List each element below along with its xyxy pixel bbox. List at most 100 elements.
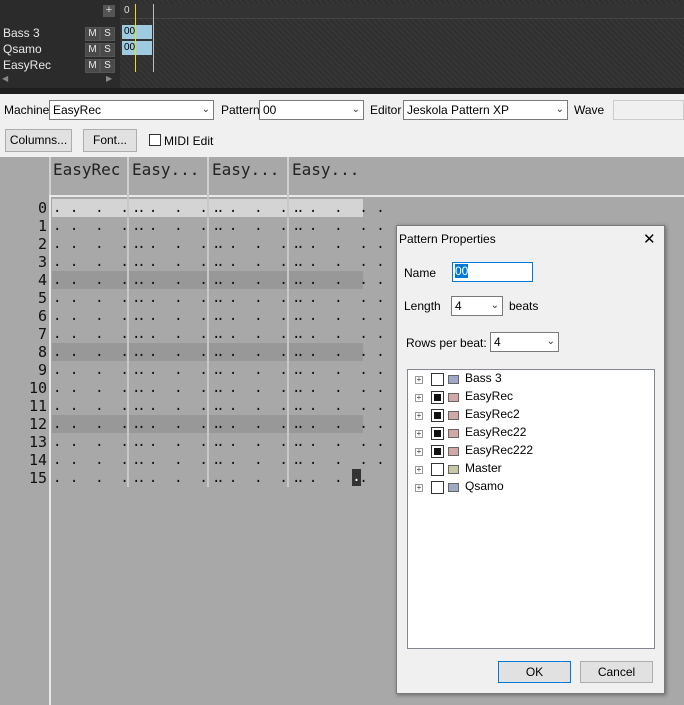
track-name[interactable]: Qsamo [3,42,42,56]
expand-icon[interactable]: + [415,376,423,384]
expand-icon[interactable]: + [415,412,423,420]
pattern-cell[interactable]: . . . . . [212,199,305,217]
pattern-cell[interactable]: . . . . . [132,253,225,271]
pattern-cell[interactable]: . . . . . [132,361,225,379]
pattern-cell[interactable]: . . . . . [212,397,305,415]
column-header[interactable]: Easy... [132,160,199,179]
pattern-cell[interactable]: . . . . . [212,415,305,433]
mute-button[interactable]: M [85,43,100,57]
cancel-button[interactable]: Cancel [580,661,653,683]
mute-button[interactable]: M [85,27,100,41]
pattern-block[interactable]: 00 [122,41,152,55]
sequencer-scrollbar[interactable] [0,88,684,94]
wave-select[interactable] [613,100,684,120]
pattern-cell[interactable]: . . . . . [292,307,385,325]
machine-checkbox[interactable] [431,481,444,494]
pattern-cell[interactable]: . . . . . [132,451,225,469]
pattern-cell[interactable]: . . . . . [292,433,385,451]
pattern-cell[interactable]: . . . . . [212,379,305,397]
pattern-cell[interactable]: . . . . . [292,397,385,415]
pattern-cell[interactable]: . . . . . [292,217,385,235]
scroll-left-icon[interactable]: ◀ [2,74,8,83]
add-track-button[interactable]: + [103,5,115,17]
machine-checkbox[interactable] [431,445,444,458]
expand-icon[interactable]: + [415,394,423,402]
pattern-cell[interactable]: . . . . . [212,433,305,451]
machine-tree-label[interactable]: EasyRec2 [465,407,520,421]
machine-tree-label[interactable]: Bass 3 [465,371,502,385]
pattern-cell[interactable]: . . . . . [212,469,305,487]
midi-edit-checkbox[interactable] [149,134,161,146]
close-icon[interactable]: ✕ [643,230,656,248]
pattern-cell[interactable]: . . . . . [212,361,305,379]
pattern-cell[interactable]: . . . . . [132,433,225,451]
machine-select[interactable]: EasyRec ⌄ [49,100,214,120]
expand-icon[interactable]: + [415,466,423,474]
mute-button[interactable]: M [85,59,100,73]
machine-tree[interactable] [407,369,655,649]
pattern-cell[interactable]: . . . . . [292,325,385,343]
pattern-cell[interactable]: . . . . . [212,289,305,307]
solo-button[interactable]: S [100,43,115,57]
pattern-cell[interactable]: . . . . . [292,199,385,217]
pattern-cell[interactable]: . . . . . [292,271,385,289]
machine-checkbox[interactable] [431,427,444,440]
pattern-cell[interactable]: . . . . . [292,343,385,361]
pattern-cell[interactable]: . . . . . [292,415,385,433]
length-select[interactable]: 4 ⌄ [451,296,503,316]
column-header[interactable]: Easy... [212,160,279,179]
pattern-cell[interactable]: . . . . . [132,307,225,325]
pattern-cell[interactable]: . . . . . [292,289,385,307]
pattern-select[interactable]: 00 ⌄ [259,100,364,120]
pattern-cell[interactable]: . . . . . [132,235,225,253]
font-button[interactable]: Font... [83,129,137,152]
track-name[interactable]: EasyRec [3,58,51,72]
editor-select[interactable]: Jeskola Pattern XP ⌄ [403,100,568,120]
solo-button[interactable]: S [100,27,115,41]
machine-checkbox[interactable] [431,391,444,404]
expand-icon[interactable]: + [415,430,423,438]
pattern-cell[interactable]: . . . . . [292,379,385,397]
machine-tree-label[interactable]: EasyRec22 [465,425,526,439]
pattern-cell[interactable]: . . . . . [132,343,225,361]
machine-checkbox[interactable] [431,373,444,386]
pattern-cell[interactable]: . . . . . [132,379,225,397]
pattern-cell[interactable]: . . . . . [292,451,385,469]
machine-tree-label[interactable]: Master [465,461,502,475]
pattern-cell[interactable]: . . . . . [212,451,305,469]
machine-checkbox[interactable] [431,409,444,422]
pattern-cell[interactable]: . . . . . [212,235,305,253]
pattern-cell[interactable]: . . . . . [212,253,305,271]
pattern-block[interactable]: 00 [122,25,152,39]
pattern-cell[interactable]: . . . . . [212,271,305,289]
column-header[interactable]: Easy... [292,160,359,179]
loop-end-marker[interactable] [153,4,154,72]
column-header[interactable]: EasyRec [53,160,120,179]
pattern-cell[interactable]: . . . . . [132,217,225,235]
machine-tree-label[interactable]: EasyRec222 [465,443,533,457]
pattern-cell[interactable]: . . . . . [132,397,225,415]
scroll-right-icon[interactable]: ▶ [106,74,112,83]
ok-button[interactable]: OK [498,661,571,683]
pattern-cell[interactable]: . . . . . [132,289,225,307]
pattern-cell[interactable]: . . . . . [292,361,385,379]
edit-cursor[interactable]: . [352,469,361,486]
expand-icon[interactable]: + [415,448,423,456]
solo-button[interactable]: S [100,59,115,73]
machine-tree-label[interactable]: EasyRec [465,389,513,403]
pattern-cell[interactable]: . . . . . [132,199,225,217]
machine-tree-label[interactable]: Qsamo [465,479,504,493]
expand-icon[interactable]: + [415,484,423,492]
pattern-cell[interactable]: . . . . . [132,469,225,487]
pattern-cell[interactable]: . . . . . [132,271,225,289]
play-cursor[interactable] [135,4,136,72]
rows-per-beat-select[interactable]: 4 ⌄ [490,332,559,352]
pattern-cell[interactable]: . . . . . [212,343,305,361]
time-ruler[interactable] [120,4,684,19]
columns-button[interactable]: Columns... [5,129,72,152]
name-field[interactable]: 00 [452,262,533,282]
pattern-cell[interactable]: . . . . . [212,217,305,235]
machine-checkbox[interactable] [431,463,444,476]
pattern-cell[interactable]: . . . . . [132,325,225,343]
pattern-cell[interactable]: . . . . . [132,415,225,433]
